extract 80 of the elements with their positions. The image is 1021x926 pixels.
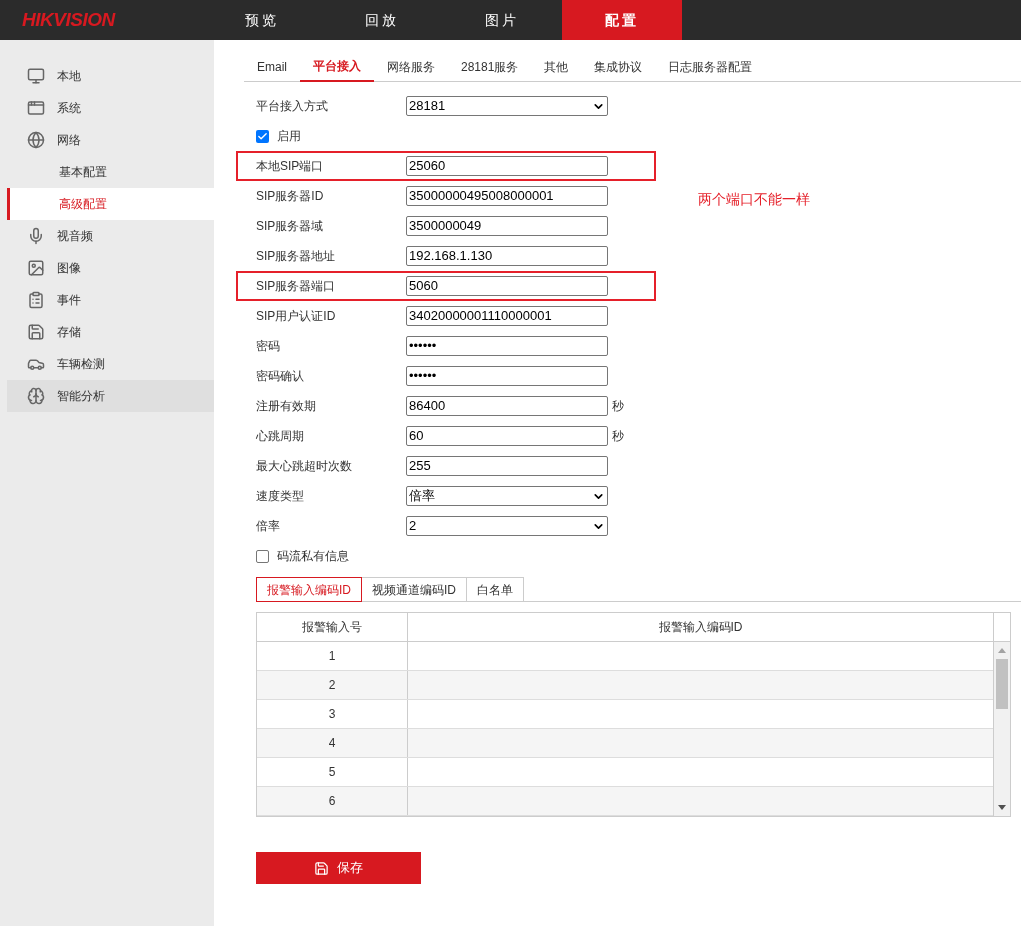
window-icon <box>27 99 45 117</box>
checkbox-label: 启用 <box>277 128 301 145</box>
field-label: 心跳周期 <box>256 428 305 445</box>
sidebar-item[interactable]: 事件 <box>7 284 214 316</box>
checkbox[interactable] <box>256 129 269 143</box>
annotation-text: 两个端口不能一样 <box>698 191 810 207</box>
sidebar-item[interactable]: 网络 <box>7 124 214 156</box>
unit-label: 秒 <box>612 398 624 415</box>
save-icon <box>314 860 329 876</box>
dropdown[interactable]: 倍率 <box>406 486 608 506</box>
input-field[interactable]: 25060 <box>406 156 608 176</box>
scrollbar[interactable] <box>993 613 1010 816</box>
input-field[interactable]: 192.168.1.130 <box>406 246 608 266</box>
field-label: 倍率 <box>256 518 281 535</box>
input-field[interactable]: 60 <box>406 426 608 446</box>
table-cell: 6 <box>257 787 408 815</box>
sidebar-item[interactable]: 系统 <box>7 92 214 124</box>
field-label: 最大心跳超时次数 <box>256 458 353 475</box>
field-label: 密码 <box>256 338 281 355</box>
sidebar-item[interactable]: 本地 <box>7 60 214 92</box>
field-label: 注册有效期 <box>256 398 317 415</box>
nav-tab[interactable]: 图片 <box>442 0 562 40</box>
table-cell: 4 <box>257 729 408 757</box>
column-header: 报警输入号 <box>257 613 408 641</box>
table-cell: 1 <box>257 642 408 670</box>
column-header: 报警输入编码ID <box>657 619 744 636</box>
sub-tab[interactable]: 白名单 <box>467 577 524 602</box>
input-field[interactable]: 5060 <box>406 276 608 296</box>
nav-tab[interactable]: 配置 <box>562 0 682 40</box>
unit-label: 秒 <box>612 428 624 445</box>
field-label: SIP服务器ID <box>256 188 325 205</box>
image-icon <box>27 259 45 277</box>
field-label: SIP用户认证ID <box>256 308 337 325</box>
sidebar-item[interactable]: 存储 <box>7 316 214 348</box>
tab[interactable]: 日志服务器配置 <box>655 52 766 82</box>
dropdown[interactable]: 2 <box>406 516 608 536</box>
tab[interactable]: 其他 <box>531 52 582 82</box>
field-label: 本地SIP端口 <box>256 158 325 175</box>
field-label: 速度类型 <box>256 488 305 505</box>
sub-tab[interactable]: 视频通道编码ID <box>362 577 467 602</box>
input-field[interactable]: 3500000049 <box>406 216 608 236</box>
field-label: SIP服务器地址 <box>256 248 337 265</box>
nav-tab[interactable]: 预览 <box>202 0 322 40</box>
sidebar-item[interactable]: 车辆检测 <box>7 348 214 380</box>
input-field[interactable]: 35000000495008000001 <box>406 186 608 206</box>
tab[interactable]: 集成协议 <box>581 52 656 82</box>
sidebar-item[interactable]: 图像 <box>7 252 214 284</box>
tab[interactable]: 28181服务 <box>448 52 532 82</box>
table-cell: 3 <box>257 700 408 728</box>
sidebar-item[interactable]: 高级配置 <box>7 188 214 220</box>
input-field[interactable]: 34020000001110000001 <box>406 306 608 326</box>
sidebar-item[interactable]: 基本配置 <box>7 156 214 188</box>
field-label: 密码确认 <box>256 368 305 385</box>
logo: HIKVISION <box>21 7 117 32</box>
table-cell: 5 <box>257 758 408 786</box>
brain-icon <box>27 387 45 405</box>
tab[interactable]: 网络服务 <box>374 52 448 82</box>
input-field[interactable]: •••••• <box>406 336 608 356</box>
field-label: SIP服务器端口 <box>256 278 337 295</box>
table-cell: 2 <box>257 671 408 699</box>
field-label: SIP服务器域 <box>256 218 325 235</box>
checkbox-label: 码流私有信息 <box>277 548 349 565</box>
input-field[interactable]: 86400 <box>406 396 608 416</box>
field-label: 平台接入方式 <box>256 98 329 115</box>
sub-tab[interactable]: 报警输入编码ID <box>256 577 362 602</box>
sidebar-item[interactable]: 视音频 <box>7 220 214 252</box>
checkbox[interactable] <box>256 549 269 563</box>
save-button[interactable]: 保存 <box>256 852 421 884</box>
microphone-icon <box>27 227 45 245</box>
sidebar-item[interactable]: 智能分析 <box>7 380 214 412</box>
nav-tab[interactable]: 回放 <box>322 0 442 40</box>
input-field[interactable]: 255 <box>406 456 608 476</box>
input-field[interactable]: •••••• <box>406 366 608 386</box>
clipboard-icon <box>27 291 45 309</box>
tab[interactable]: Email <box>244 52 300 82</box>
save-icon <box>27 323 45 341</box>
dropdown[interactable]: 28181 <box>406 96 608 116</box>
monitor-icon <box>27 67 45 85</box>
tab[interactable]: 平台接入 <box>300 52 374 82</box>
globe-icon <box>27 131 45 149</box>
